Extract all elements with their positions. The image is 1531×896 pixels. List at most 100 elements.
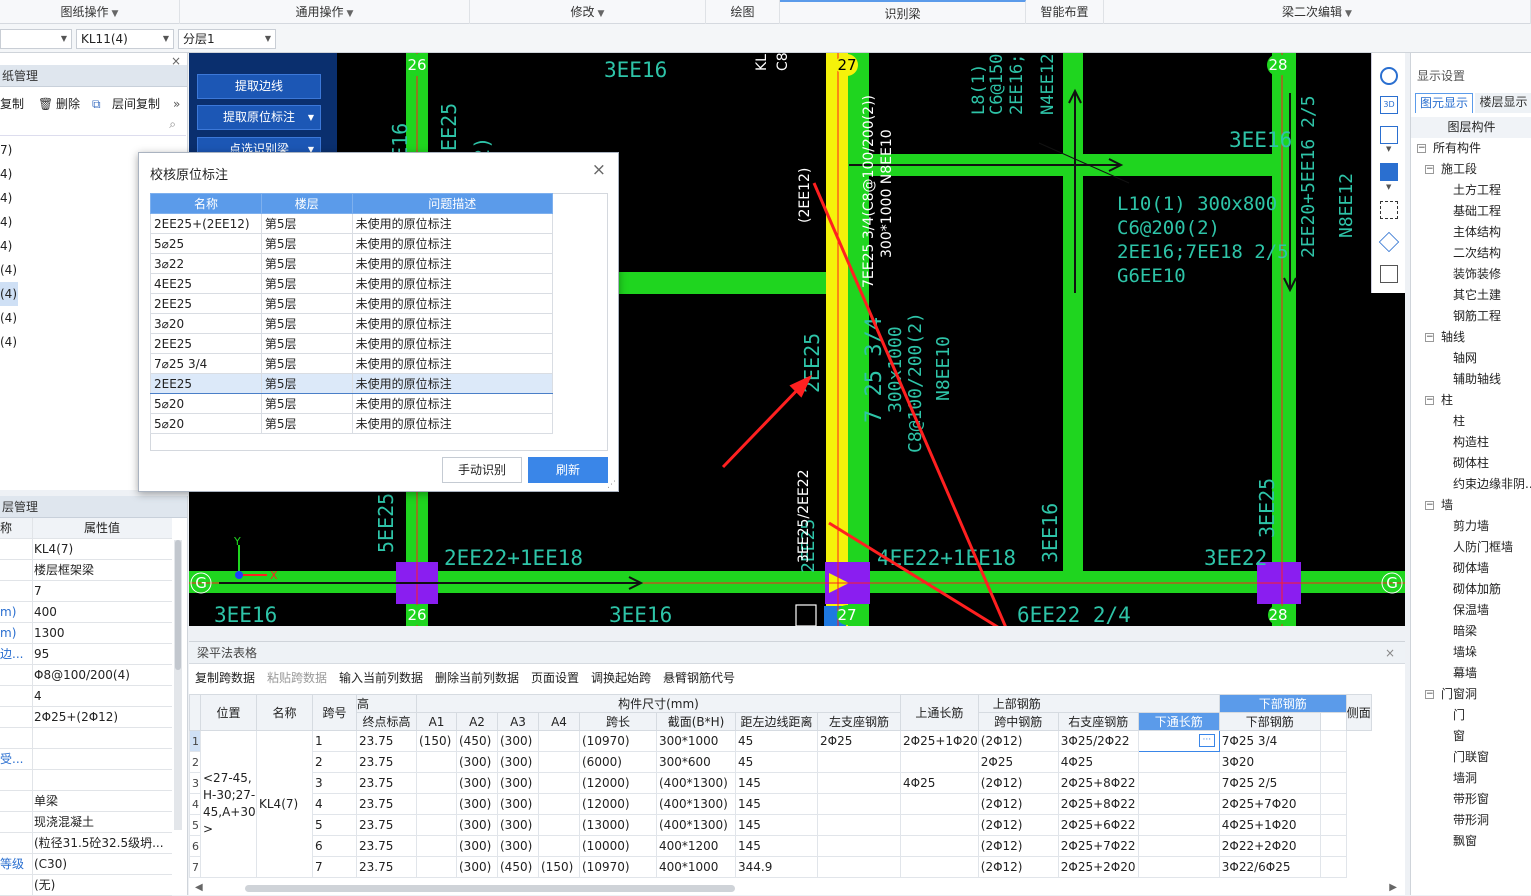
table-row[interactable]: 3 3 23.75 (300) (300) (12000) (400*1300) 145 4Φ2… — [189, 772, 1372, 794]
property-row[interactable]: 现浇混凝土 — [0, 812, 172, 833]
menu-modify[interactable]: 修改 ▼ — [470, 0, 706, 24]
ellipsis-button[interactable]: ··· — [1198, 734, 1215, 747]
table-cell[interactable]: 1 — [189, 730, 201, 752]
tree-item[interactable]: − 施工段 — [1411, 159, 1531, 180]
table-cell[interactable]: 3 — [312, 772, 357, 794]
tree-item[interactable]: 构造柱 — [1411, 432, 1531, 453]
table-cell[interactable]: 3 — [189, 772, 201, 794]
table-cell[interactable]: 2Φ25 — [977, 751, 1059, 773]
manual-identify-button[interactable]: 手动识别 — [442, 457, 522, 483]
table-cell[interactable] — [1137, 814, 1220, 836]
table-cell[interactable]: 300*600 — [656, 751, 736, 773]
menu-general-ops[interactable]: 通用操作 ▼ — [180, 0, 470, 24]
table-cell[interactable]: 2 — [312, 751, 357, 773]
col-header-floor[interactable]: 楼层 — [260, 193, 353, 214]
table-cell[interactable]: 2EE25+(2EE12) — [150, 213, 262, 234]
frame-icon[interactable] — [1380, 201, 1398, 219]
cad-text[interactable]: 3EE16 — [604, 58, 667, 82]
col-header[interactable]: A2 — [456, 712, 498, 731]
table-row[interactable]: 5 5 23.75 (300) (300) (13000) (400*1300) 145 (2Φ… — [189, 814, 1372, 836]
cad-text[interactable]: KL — [754, 54, 770, 71]
cad-text[interactable]: 7EE25 3/4(C8@100/200(2)) — [861, 95, 877, 288]
table-cell[interactable]: 未使用的原位标注 — [351, 413, 554, 434]
property-row[interactable]: m) 1300 — [0, 623, 172, 644]
table-cell[interactable]: 第5层 — [260, 393, 353, 414]
table-cell[interactable]: 2Φ25+2Φ20 — [1057, 856, 1139, 878]
copy-button[interactable]: 复制 — [0, 93, 24, 115]
tree-collapse-icon[interactable]: − — [1425, 690, 1434, 699]
table-cell[interactable]: 400*1200 — [656, 835, 736, 857]
table-cell[interactable]: KL4(7) — [256, 730, 313, 878]
list-item[interactable]: 4) — [0, 234, 12, 258]
table-cell[interactable]: 5⌀25 — [150, 233, 262, 254]
table-cell[interactable] — [416, 835, 457, 857]
table-row[interactable]: 1 <27-45,H-30;27-45,A+30> KL4(7) 1 23.75 (150… — [189, 730, 1372, 878]
table-cell[interactable]: 第5层 — [260, 253, 353, 274]
tree-item[interactable]: 暗梁 — [1411, 621, 1531, 642]
tree-item[interactable]: 带形窗 — [1411, 789, 1531, 810]
tree-item[interactable]: 窗 — [1411, 726, 1531, 747]
table-cell[interactable]: 45 — [735, 751, 818, 773]
table-row[interactable]: 7⌀25 3/4 第5层 未使用的原位标注 — [150, 353, 554, 374]
table-cell[interactable]: 第5层 — [260, 213, 353, 234]
cad-text[interactable]: 5EE25 — [374, 493, 398, 553]
table-cell[interactable]: 6 — [312, 835, 357, 857]
table-cell[interactable]: 23.75 — [356, 835, 417, 857]
cad-text[interactable]: C8 — [775, 53, 791, 71]
table-cell[interactable]: 第5层 — [260, 333, 353, 354]
cad-text[interactable]: 6EE22 2/4 — [1017, 603, 1131, 626]
extract-edge-button[interactable]: 提取边线 — [197, 74, 321, 99]
table-cell[interactable]: 23.75 — [356, 856, 417, 878]
table-cell[interactable] — [900, 856, 979, 878]
table-cell[interactable]: (13000) — [579, 814, 657, 836]
tree-collapse-icon[interactable]: − — [1425, 396, 1434, 405]
cad-text[interactable]: 2EE16;7EE18 2/5 — [1117, 241, 1289, 263]
table-cell[interactable]: 未使用的原位标注 — [351, 373, 554, 394]
table-cell[interactable]: (300) — [497, 730, 539, 752]
tree-item[interactable]: 飘窗 — [1411, 831, 1531, 852]
property-row[interactable] — [0, 728, 172, 749]
col-header[interactable]: 终点标高 — [356, 712, 417, 731]
col-header[interactable]: 下通长筋 — [1137, 712, 1220, 731]
table-row[interactable]: 2EE25 第5层 未使用的原位标注 — [150, 293, 554, 314]
tree-item[interactable]: 约束边缘非阴... — [1411, 474, 1531, 495]
table-cell[interactable]: (400*1300) — [656, 793, 736, 815]
table-cell[interactable]: (400*1300) — [656, 772, 736, 794]
list-item[interactable]: (4) — [0, 330, 17, 354]
chevron-down-icon[interactable]: ▼ — [1386, 145, 1391, 153]
table-cell[interactable] — [1319, 793, 1347, 815]
table-cell[interactable] — [538, 814, 580, 836]
cad-text[interactable]: 3EE25 — [1255, 478, 1279, 538]
list-item[interactable]: 4) — [0, 210, 12, 234]
table-row[interactable]: 2EE25+(2EE12) 第5层 未使用的原位标注 — [150, 213, 554, 234]
table-cell[interactable]: 未使用的原位标注 — [351, 253, 554, 274]
table-cell[interactable]: 4Φ25 — [1057, 751, 1139, 773]
table-cell[interactable]: 第5层 — [260, 353, 353, 374]
table-cell[interactable] — [1137, 835, 1220, 857]
table-cell[interactable] — [817, 835, 901, 857]
col-header[interactable]: 距左边线距离 — [735, 712, 818, 731]
table-row[interactable]: 6 6 23.75 (300) (300) (10000) 400*1200 145 (2Φ12… — [189, 835, 1372, 857]
table-cell[interactable]: 未使用的原位标注 — [351, 353, 554, 374]
table-cell[interactable]: 4EE25 — [150, 273, 262, 294]
menu-identify-beam[interactable]: 识别梁 — [780, 0, 1026, 24]
tree-item[interactable]: 幕墙 — [1411, 663, 1531, 684]
table-cell[interactable]: (300) — [497, 814, 539, 836]
beam-selected[interactable] — [826, 53, 848, 626]
col-header[interactable]: 跨长 — [579, 712, 657, 731]
3d-icon[interactable]: 3D — [1380, 96, 1398, 114]
beam-select[interactable]: KL11(4) ▼ — [76, 29, 174, 49]
property-row[interactable]: (粒径31.5砼32.5级坍... — [0, 833, 172, 854]
cad-text[interactable]: 2EE16;2 — [1007, 53, 1027, 115]
scrollbar[interactable] — [174, 540, 182, 830]
tree-item[interactable]: 砌体加筋 — [1411, 579, 1531, 600]
cad-text[interactable]: (2EE12) — [797, 168, 813, 223]
table-cell[interactable]: 2Φ25+7Φ20 — [1218, 793, 1321, 815]
cad-text[interactable]: 3EE16 — [214, 603, 277, 626]
component-type-select[interactable]: ▼ — [0, 29, 72, 49]
property-row[interactable]: 等级 (C30) — [0, 854, 172, 875]
table-cell[interactable]: (2Φ12) — [977, 730, 1059, 752]
tree-collapse-icon[interactable]: − — [1417, 144, 1426, 153]
box-icon[interactable] — [1378, 231, 1400, 253]
table-cell[interactable] — [817, 856, 901, 878]
